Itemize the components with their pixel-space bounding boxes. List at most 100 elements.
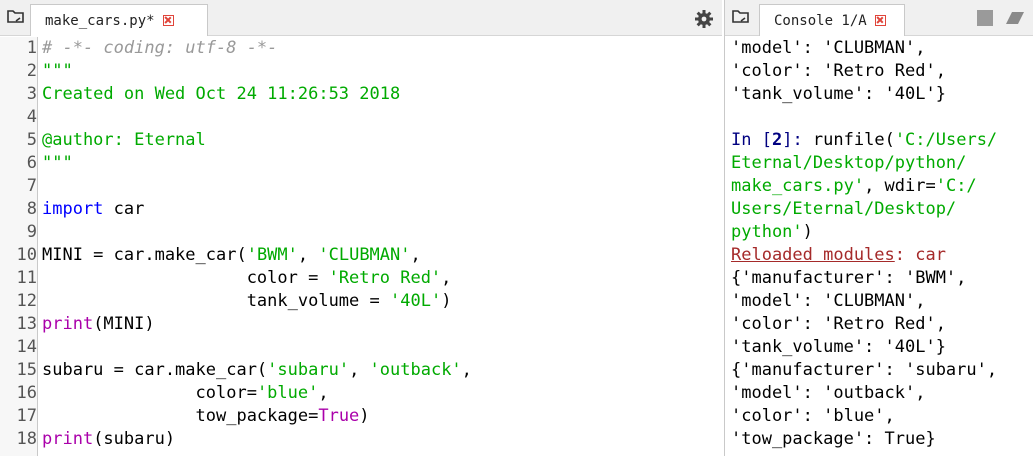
code-token: (MINI): [93, 314, 155, 334]
line-number: 4: [26, 107, 37, 127]
code-token: 'BWM': [246, 245, 298, 265]
console-token: 'model': 'outback',: [731, 383, 926, 403]
code-token: subaru = car.make_car(: [42, 360, 268, 380]
code-line[interactable]: 12 tank_volume = '40L'): [0, 290, 722, 313]
code-token: ): [359, 406, 370, 426]
code-token: car: [103, 199, 145, 219]
code-line[interactable]: 11 color = 'Retro Red',: [0, 267, 722, 290]
code-token: ,: [297, 245, 319, 265]
code-line[interactable]: 18 print(subaru): [0, 428, 722, 451]
code-token: Created on Wed Oct 24 11:26:53 2018: [42, 84, 401, 104]
folder-browse-icon[interactable]: [731, 8, 751, 26]
console-token: 'C:/Users/: [894, 130, 998, 150]
editor-pane: make_cars.py* 1 # -*- coding: utf-8 -*- …: [0, 0, 722, 456]
code-text: subaru = car.make_car('subaru', 'outback…: [42, 359, 472, 382]
console-line: 'tank_volume': '40L'}: [731, 83, 946, 106]
code-token: ,: [441, 268, 452, 288]
code-text: tank_volume = '40L'): [42, 290, 452, 313]
code-token: ,: [461, 360, 472, 380]
code-token: ,: [318, 383, 329, 403]
console-line: {'manufacturer': 'subaru',: [731, 359, 997, 382]
console-line: 'model': 'outback',: [731, 382, 925, 405]
line-number: 1: [26, 38, 37, 58]
console-line: 'model': 'CLUBMAN',: [731, 37, 925, 60]
code-text: Created on Wed Oct 24 11:26:53 2018: [42, 83, 400, 106]
console-tab-bar: Console 1/A: [725, 0, 1033, 36]
tab-label: Console 1/A: [774, 12, 867, 29]
console-token: 'tow_package': True}: [731, 429, 936, 449]
console-token: {'manufacturer': 'BWM',: [731, 268, 967, 288]
line-number: 10: [16, 245, 37, 265]
code-line[interactable]: 3 Created on Wed Oct 24 11:26:53 2018: [0, 83, 722, 106]
code-line[interactable]: 17 tow_package=True): [0, 405, 722, 428]
console-line: Reloaded modules: car: [731, 244, 946, 267]
code-line[interactable]: 14: [0, 336, 722, 359]
code-text: import car: [42, 198, 144, 221]
line-number: 7: [26, 176, 37, 196]
code-token: tank_volume =: [42, 291, 390, 311]
folder-browse-icon[interactable]: [6, 8, 26, 26]
code-line[interactable]: 13 print(MINI): [0, 313, 722, 336]
close-icon[interactable]: [874, 15, 886, 26]
console-line: {'manufacturer': 'BWM',: [731, 267, 966, 290]
stop-icon[interactable]: [977, 10, 993, 26]
gear-icon[interactable]: [694, 9, 714, 29]
line-number: 9: [26, 222, 37, 242]
code-token: 'Retro Red': [328, 268, 442, 288]
code-text: # -*- coding: utf-8 -*-: [42, 37, 277, 60]
code-line[interactable]: 6 """: [0, 152, 722, 175]
code-token: True: [318, 406, 360, 426]
line-number: 8: [26, 199, 37, 219]
code-line[interactable]: 1 # -*- coding: utf-8 -*-: [0, 37, 722, 60]
code-token: (subaru): [93, 429, 176, 449]
code-token: import: [42, 199, 104, 219]
code-token: tow_package=: [42, 406, 319, 426]
code-line[interactable]: 4: [0, 106, 722, 129]
code-text: print(subaru): [42, 428, 175, 451]
code-line[interactable]: 10 MINI = car.make_car('BWM', 'CLUBMAN',: [0, 244, 722, 267]
console-token: 'color': 'blue',: [731, 406, 895, 426]
eraser-icon[interactable]: [1005, 10, 1025, 26]
code-token: 'blue': [256, 383, 319, 403]
console-token: runfile(: [812, 130, 895, 150]
code-editor[interactable]: 1 # -*- coding: utf-8 -*- 2 """ 3 Created on …: [0, 37, 722, 456]
tab-console[interactable]: Console 1/A: [759, 4, 905, 36]
code-line[interactable]: 8 import car: [0, 198, 722, 221]
console-token: Users/Eternal/Desktop/: [731, 199, 957, 219]
code-token: """: [42, 61, 73, 81]
console-line: Eternal/Desktop/python/: [731, 152, 966, 175]
code-line[interactable]: 7: [0, 175, 722, 198]
code-line[interactable]: 5 @author: Eternal: [0, 129, 722, 152]
code-token: print: [42, 429, 94, 449]
code-text: color='blue',: [42, 382, 329, 405]
code-token: ,: [349, 360, 370, 380]
code-line[interactable]: 2 """: [0, 60, 722, 83]
reloaded-modules-link[interactable]: Reloaded modules: [731, 245, 895, 265]
code-line[interactable]: 15 subaru = car.make_car('subaru', 'outba…: [0, 359, 722, 382]
code-token: @author: Eternal: [42, 130, 206, 150]
line-number: 13: [16, 314, 37, 334]
line-number: 15: [16, 360, 37, 380]
console-token: 2: [771, 130, 783, 150]
console-line: 'color': 'blue',: [731, 405, 895, 428]
console-token: 'model': 'CLUBMAN',: [731, 291, 926, 311]
code-text: color = 'Retro Red',: [42, 267, 452, 290]
close-icon[interactable]: [162, 15, 174, 26]
code-line[interactable]: 9: [0, 221, 722, 244]
console-token: ]:: [782, 130, 813, 150]
tab-make-cars[interactable]: make_cars.py*: [30, 4, 208, 36]
code-token: MINI = car.make_car(: [42, 245, 247, 265]
code-line[interactable]: 16 color='blue',: [0, 382, 722, 405]
code-token: 'CLUBMAN': [318, 245, 411, 265]
console-token: make_cars.py': [731, 176, 865, 196]
line-number: 12: [16, 291, 37, 311]
console-token: : car: [894, 245, 946, 265]
line-number: 6: [26, 153, 37, 173]
line-number: 5: [26, 130, 37, 150]
console-line: python'): [731, 221, 813, 244]
console-line: 'color': 'Retro Red',: [731, 60, 946, 83]
editor-tab-bar: make_cars.py*: [0, 0, 722, 36]
line-number: 18: [16, 429, 37, 449]
code-token: '40L': [390, 291, 442, 311]
console-line: Users/Eternal/Desktop/: [731, 198, 956, 221]
